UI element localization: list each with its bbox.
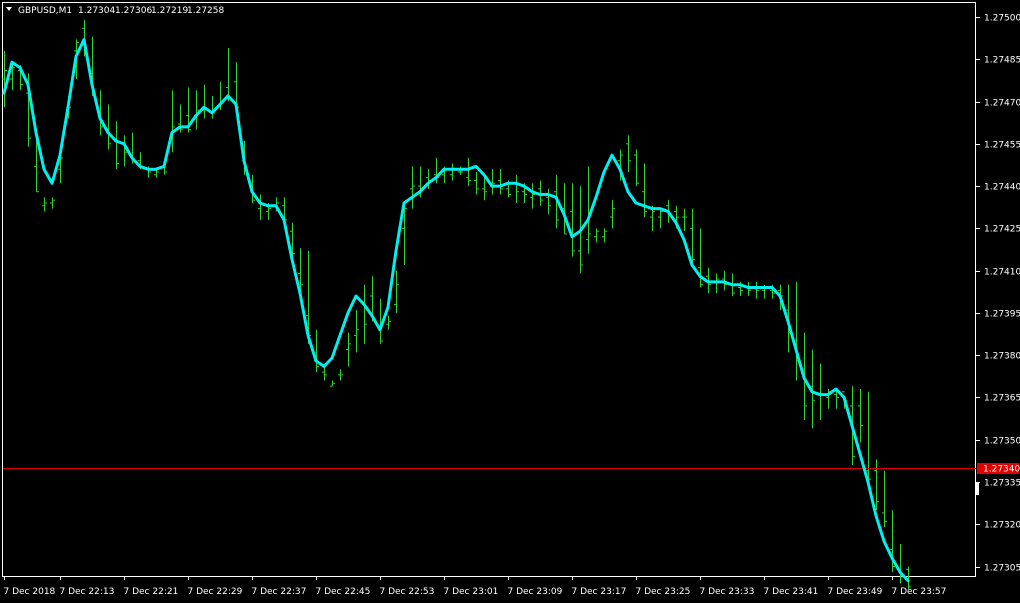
current-price-tag-label: 1.27340 <box>983 465 1020 475</box>
price-chart[interactable]: 1.27500 1.27485 1.27470 1.27455 1.27440 1.274… <box>0 0 1020 603</box>
time-label: 7 Dec 2018 <box>4 587 56 597</box>
ohlc-high: 1.27306 <box>115 6 152 16</box>
price-label: 1.27335 <box>984 479 1020 489</box>
time-label: 7 Dec 23:41 <box>764 587 819 597</box>
price-label: 1.27500 <box>984 14 1020 24</box>
time-label: 7 Dec 23:09 <box>508 587 563 597</box>
price-label: 1.27395 <box>984 310 1020 320</box>
price-label: 1.27425 <box>984 225 1020 235</box>
chart-header: GBPUSD,M1 1.27304 1.27306 1.27219 1.2725… <box>6 6 224 16</box>
time-label: 7 Dec 23:01 <box>444 587 499 597</box>
price-label: 1.27365 <box>984 394 1020 404</box>
time-label: 7 Dec 23:33 <box>700 587 755 597</box>
time-label: 7 Dec 23:57 <box>892 587 947 597</box>
ohlc-open: 1.27304 <box>78 6 115 16</box>
time-label: 7 Dec 23:17 <box>572 587 627 597</box>
ohlc-close: 1.27258 <box>187 6 224 16</box>
price-label: 1.27470 <box>984 99 1020 109</box>
time-label: 7 Dec 22:21 <box>124 587 179 597</box>
time-label: 7 Dec 22:29 <box>188 587 243 597</box>
time-label: 7 Dec 22:53 <box>380 587 435 597</box>
price-label: 1.27305 <box>984 564 1020 574</box>
price-label: 1.27350 <box>984 437 1020 447</box>
price-label: 1.27380 <box>984 352 1020 362</box>
time-label: 7 Dec 22:13 <box>60 587 115 597</box>
time-label: 7 Dec 23:25 <box>636 587 691 597</box>
symbol-timeframe: GBPUSD,M1 <box>18 6 72 16</box>
price-label: 1.27440 <box>984 183 1020 193</box>
price-label: 1.27410 <box>984 268 1020 278</box>
price-scale-handle[interactable] <box>975 483 979 495</box>
time-label: 7 Dec 22:45 <box>316 587 371 597</box>
time-label: 7 Dec 22:37 <box>252 587 307 597</box>
price-label: 1.27320 <box>984 521 1020 531</box>
time-label: 7 Dec 23:49 <box>828 587 883 597</box>
ohlc-low: 1.27219 <box>151 6 188 16</box>
price-label: 1.27455 <box>984 141 1020 151</box>
current-price-tag: 1.27340 <box>977 463 1020 475</box>
chart-background <box>0 0 1020 603</box>
price-label: 1.27485 <box>984 56 1020 66</box>
